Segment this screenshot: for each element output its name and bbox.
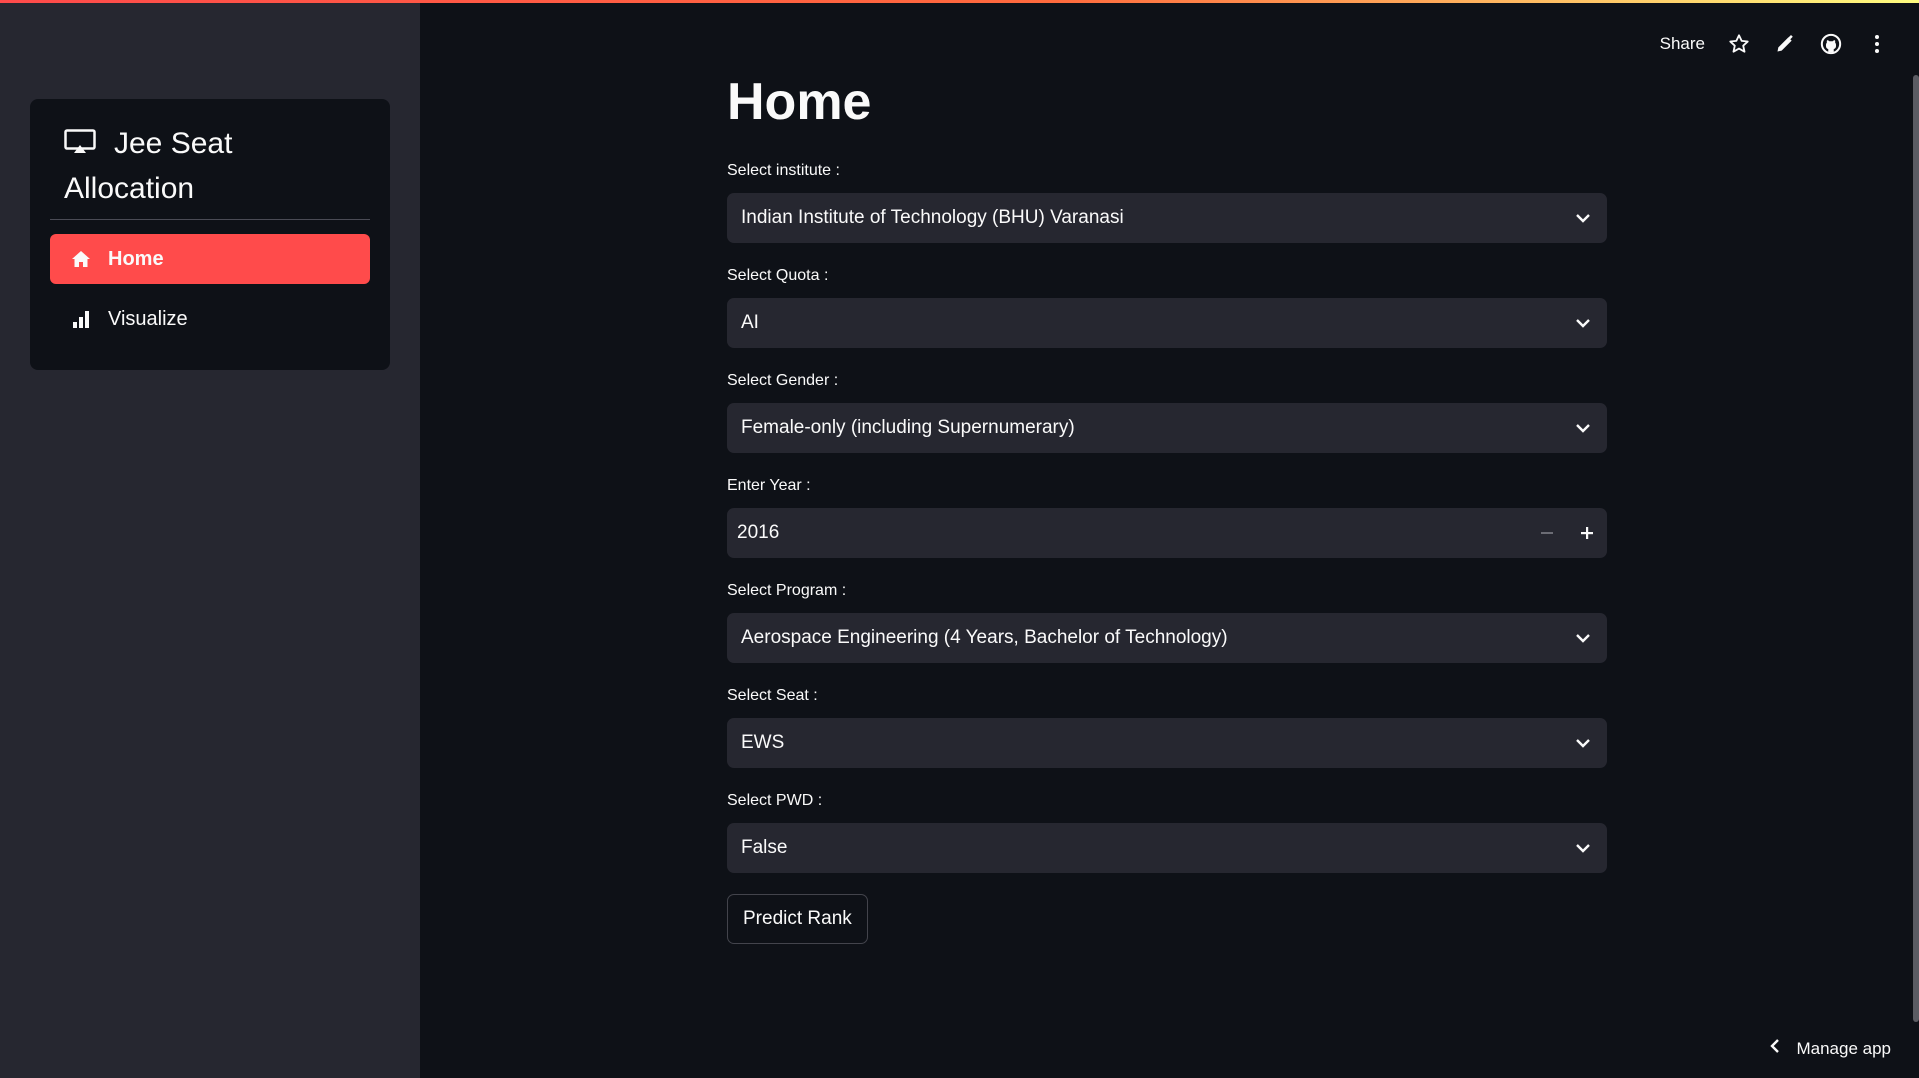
manage-app-button[interactable]: Manage app: [1770, 1038, 1891, 1059]
quota-selected-value: AI: [741, 312, 759, 333]
menu-title-line1: Jee Seat: [114, 127, 233, 160]
pwd-field: Select PWD : False: [727, 790, 1607, 873]
page-title: Home: [727, 73, 872, 131]
sidebar-item-label: Visualize: [108, 307, 188, 330]
pwd-select[interactable]: False: [727, 823, 1607, 873]
sidebar: Jee Seat Allocation Home Visualize: [0, 0, 420, 1078]
house-icon: [70, 249, 92, 269]
sidebar-item-label: Home: [108, 247, 164, 270]
chevron-down-icon: [1573, 313, 1593, 333]
sidebar-item-home[interactable]: Home: [50, 234, 370, 284]
quota-select[interactable]: AI: [727, 298, 1607, 348]
menu-title: Jee Seat Allocation: [64, 121, 364, 211]
gender-field: Select Gender : Female-only (including S…: [727, 370, 1607, 453]
chevron-down-icon: [1573, 733, 1593, 753]
sidebar-item-visualize[interactable]: Visualize: [50, 294, 370, 344]
pwd-label: Select PWD :: [727, 792, 823, 809]
institute-select[interactable]: Indian Institute of Technology (BHU) Var…: [727, 193, 1607, 243]
year-field: Enter Year :: [727, 475, 1607, 558]
bar-chart-icon: [70, 309, 92, 329]
manage-app-label: Manage app: [1796, 1038, 1891, 1058]
gender-selected-value: Female-only (including Supernumerary): [741, 417, 1075, 438]
star-icon[interactable]: [1727, 32, 1751, 56]
seat-label: Select Seat :: [727, 687, 818, 704]
year-number-input: [727, 508, 1607, 558]
institute-field: Select institute : Indian Institute of T…: [727, 160, 1607, 243]
gender-select[interactable]: Female-only (including Supernumerary): [727, 403, 1607, 453]
scrollbar[interactable]: [1913, 75, 1919, 1022]
decrement-button[interactable]: [1527, 508, 1567, 558]
chevron-down-icon: [1573, 418, 1593, 438]
share-button[interactable]: Share: [1660, 34, 1705, 54]
seat-field: Select Seat : EWS: [727, 685, 1607, 768]
increment-button[interactable]: [1567, 508, 1607, 558]
institute-label: Select institute :: [727, 162, 840, 179]
quota-label: Select Quota :: [727, 267, 829, 284]
cast-screen-icon: [64, 123, 96, 153]
program-field: Select Program : Aerospace Engineering (…: [727, 580, 1607, 663]
top-decoration-stripe: [0, 0, 1919, 3]
gender-label: Select Gender :: [727, 372, 839, 389]
year-label: Enter Year :: [727, 477, 811, 494]
pencil-icon[interactable]: [1773, 32, 1797, 56]
option-menu: Jee Seat Allocation Home Visualize: [30, 99, 390, 370]
chevron-down-icon: [1573, 838, 1593, 858]
header-toolbar: Share: [1660, 26, 1889, 62]
menu-divider: [50, 219, 370, 220]
seat-select[interactable]: EWS: [727, 718, 1607, 768]
program-select[interactable]: Aerospace Engineering (4 Years, Bachelor…: [727, 613, 1607, 663]
menu-title-line2: Allocation: [64, 172, 195, 205]
program-label: Select Program :: [727, 582, 847, 599]
chevron-left-icon: [1770, 1038, 1780, 1059]
program-selected-value: Aerospace Engineering (4 Years, Bachelor…: [741, 627, 1228, 648]
chevron-down-icon: [1573, 208, 1593, 228]
institute-selected-value: Indian Institute of Technology (BHU) Var…: [741, 207, 1124, 228]
year-input[interactable]: [737, 522, 1497, 544]
pwd-selected-value: False: [741, 837, 788, 858]
seat-selected-value: EWS: [741, 732, 785, 753]
quota-field: Select Quota : AI: [727, 265, 1607, 348]
predict-rank-button[interactable]: Predict Rank: [727, 894, 868, 944]
github-icon[interactable]: [1819, 32, 1843, 56]
more-vertical-icon[interactable]: [1865, 32, 1889, 56]
chevron-down-icon: [1573, 628, 1593, 648]
